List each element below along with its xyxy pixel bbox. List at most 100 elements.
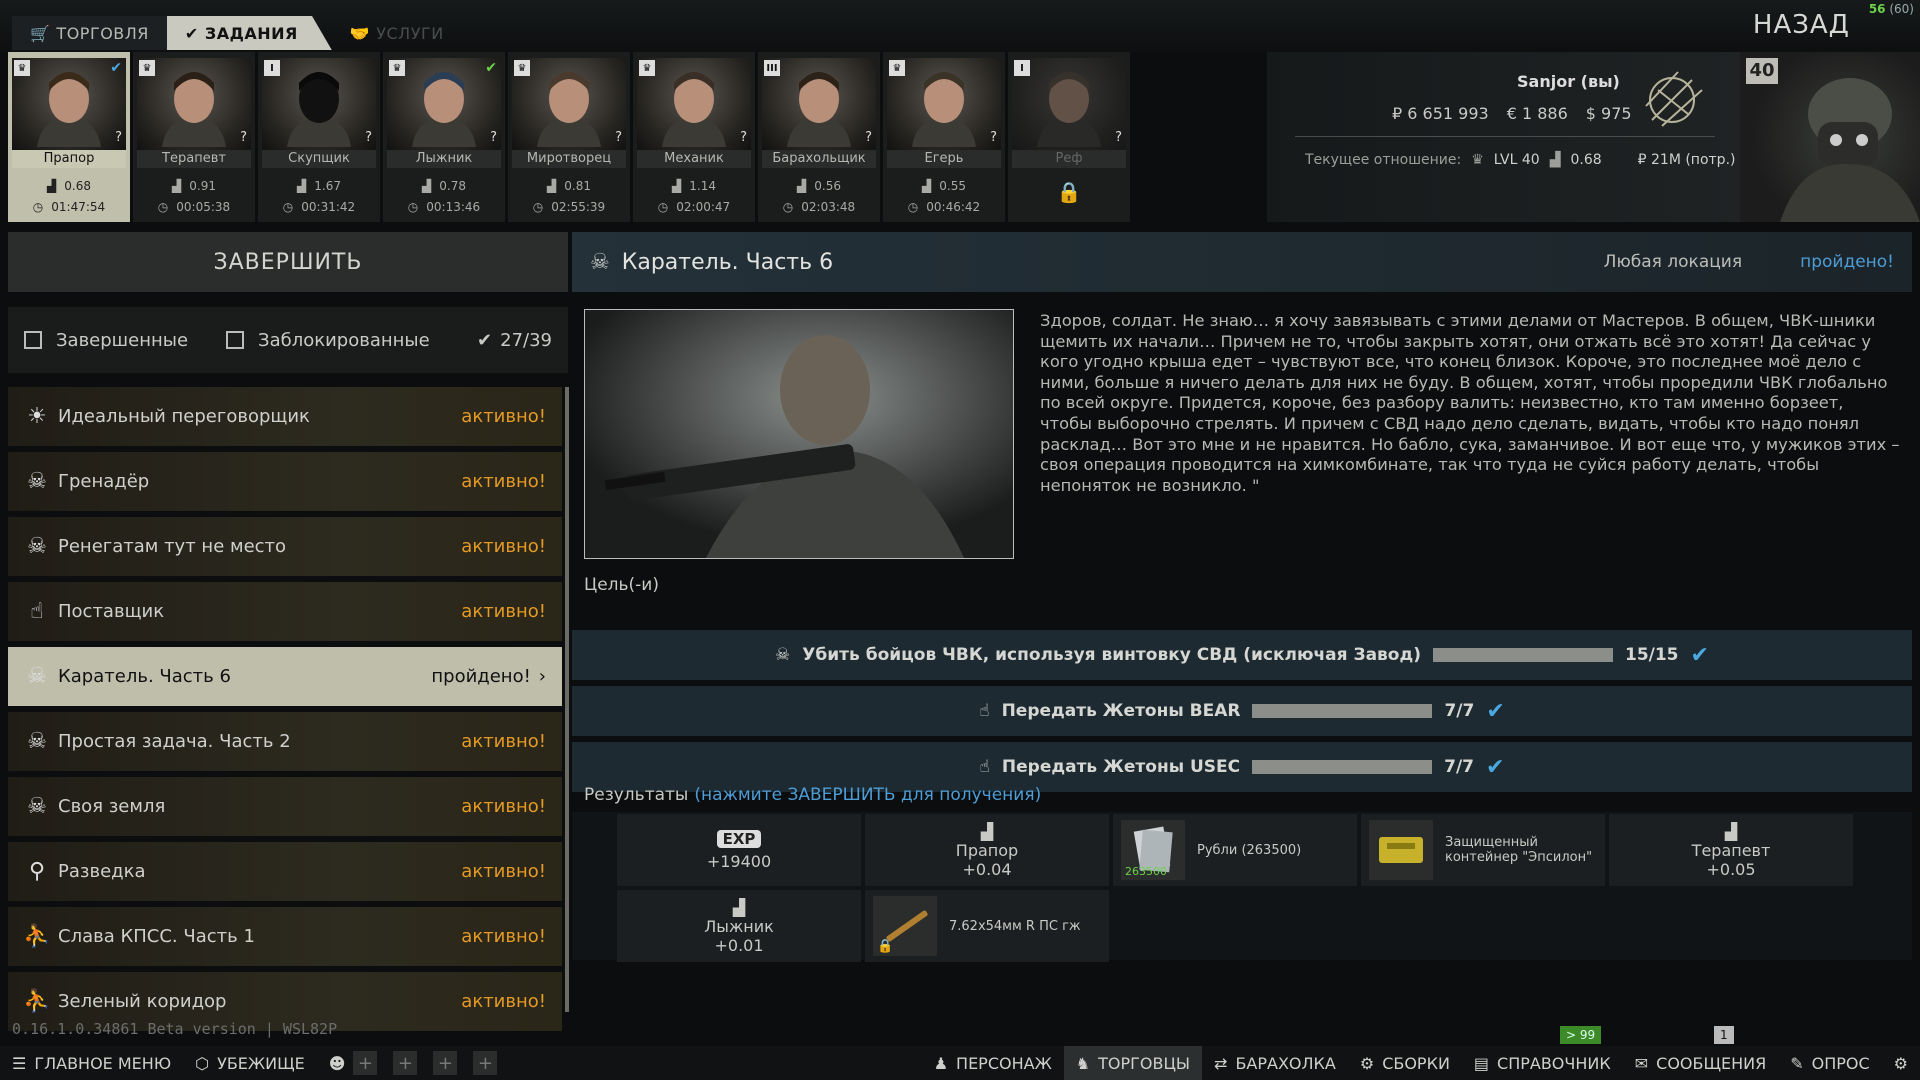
level-badge: 40 xyxy=(1746,58,1778,84)
clock-icon: ◷ xyxy=(282,200,294,214)
messages-button[interactable]: ✉ СООБЩЕНИЯ xyxy=(1623,1046,1778,1080)
add-slot-button[interactable]: + xyxy=(393,1051,418,1075)
skull-icon: ☠ xyxy=(27,534,47,559)
reward-ammo[interactable]: 🔒 7.62x54мм R ПС гж xyxy=(865,890,1109,962)
quest-item-status: активно! xyxy=(461,796,546,817)
quest-item[interactable]: ☠ Ренегатам тут не место активно! xyxy=(8,517,562,576)
builds-icon: ⚙ xyxy=(1359,1053,1375,1073)
message-icon: ✉ xyxy=(1634,1053,1649,1073)
trader-card[interactable]: I? Реф 🔒 xyxy=(1008,52,1130,222)
loyalty-badge: ♛ xyxy=(514,60,530,76)
trader-card[interactable]: I? Скупщик ▟ 1.67 ◷ 00:31:42 xyxy=(258,52,380,222)
complete-button[interactable]: ЗАВЕРШИТЬ xyxy=(8,232,568,292)
loyalty-badge: I xyxy=(1014,60,1030,76)
quest-item-status: активно! xyxy=(461,861,546,882)
completed-filter-label: Завершенные xyxy=(56,329,189,351)
handbook-button[interactable]: ▤ СПРАВОЧНИК xyxy=(1462,1046,1623,1080)
quest-item[interactable]: ⚲ Разведка активно! xyxy=(8,842,562,901)
lock-icon: 🔒 xyxy=(1056,180,1082,204)
quest-list: ☀ Идеальный переговорщик активно! ☠ Гренадёр… xyxy=(8,387,562,1047)
add-slot-button[interactable]: + xyxy=(433,1051,458,1075)
trader-name: Барахольщик xyxy=(762,150,876,168)
completed-checkbox[interactable] xyxy=(24,331,42,349)
messages-badge: > 99 xyxy=(1560,1026,1602,1044)
builds-button[interactable]: ⚙ СБОРКИ xyxy=(1348,1046,1462,1080)
top-bar: 🛒 ТОРГОВЛЯ ✔ ЗАДАНИЯ 🤝 УСЛУГИ НАЗАД 56 (… xyxy=(0,0,1920,52)
quest-item[interactable]: ☀ Идеальный переговорщик активно! xyxy=(8,387,562,446)
fps-counter: 56 (60) xyxy=(1868,2,1914,16)
trader-card[interactable]: ♛? Егерь ▟ 0.55 ◷ 00:46:42 xyxy=(883,52,1005,222)
character-button[interactable]: ♟ ПЕРСОНАЖ xyxy=(922,1046,1064,1080)
survey-button[interactable]: ✎ ОПРОС xyxy=(1778,1046,1881,1080)
traders-button[interactable]: ♞ ТОРГОВЦЫ xyxy=(1063,1046,1203,1080)
reputation-icon: ▟ xyxy=(672,179,682,193)
person-icon[interactable]: ☻ xyxy=(329,1054,346,1073)
flea-icon: ⇄ xyxy=(1214,1053,1228,1073)
add-slot-button[interactable]: + xyxy=(473,1051,498,1075)
quest-item[interactable]: ☠ Гренадёр активно! xyxy=(8,452,562,511)
trader-card[interactable]: ♛? Миротворец ▟ 0.81 ◷ 02:55:39 xyxy=(508,52,630,222)
euros-value: € 1 886 xyxy=(1506,104,1568,123)
skull-icon: ☠ xyxy=(590,249,610,275)
loyalty-badge: ♛ xyxy=(389,60,405,76)
rubles-value: ₽ 6 651 993 xyxy=(1392,104,1489,123)
trader-card[interactable]: III? Барахольщик ▟ 0.56 ◷ 02:03:48 xyxy=(758,52,880,222)
cart-icon: 🛒 xyxy=(30,23,51,43)
quest-item[interactable]: ☠ Каратель. Часть 6 пройдено! › xyxy=(8,647,562,706)
trader-name: Реф xyxy=(1012,150,1126,168)
trader-card[interactable]: ♛? Терапевт ▟ 0.91 ◷ 00:05:38 xyxy=(133,52,255,222)
handshake-icon: 🤝 xyxy=(349,23,371,43)
traders-row: ♛ ✔? Прапор ▟ 0.68 ◷ 01:47:54 ♛? Терапевт ▟ 0.91 ◷ 0… xyxy=(8,52,1130,222)
settings-button[interactable]: ⚙ xyxy=(1882,1046,1920,1080)
hideout-button[interactable]: ⬡ УБЕЖИЩЕ xyxy=(183,1046,317,1080)
quest-status: пройдено! xyxy=(1800,252,1894,272)
quest-list-scrollbar[interactable] xyxy=(565,387,569,1012)
loyalty-badge: ♛ xyxy=(889,60,905,76)
reputation-icon: ▟ xyxy=(980,821,994,841)
clock-icon: ◷ xyxy=(407,200,419,214)
quest-item[interactable]: ☠ Своя земля активно! xyxy=(8,777,562,836)
tab-trade[interactable]: 🛒 ТОРГОВЛЯ xyxy=(12,16,167,50)
reward-rep-therapist: ▟ Терапевт +0.05 xyxy=(1609,814,1853,886)
goal-progress-track xyxy=(1252,760,1433,774)
tab-tasks[interactable]: ✔ ЗАДАНИЯ xyxy=(166,16,332,50)
question-icon: ? xyxy=(1115,130,1122,145)
add-slot-button[interactable]: + xyxy=(353,1051,378,1075)
reputation-icon: ▟ xyxy=(1549,152,1561,168)
runner-icon: ⛹ xyxy=(23,924,51,949)
character-icon: ♟ xyxy=(933,1053,949,1073)
goal-progress-track xyxy=(1432,648,1613,662)
player-profile: Sanjor (вы) ₽ 6 651 993 € 1 886 $ 975 Те… xyxy=(1267,52,1740,222)
quest-item[interactable]: ⛹ Слава КПСС. Часть 1 активно! xyxy=(8,907,562,966)
lock-icon: 🔒 xyxy=(877,939,894,954)
trader-reputation: ▟ 0.91 xyxy=(172,179,216,193)
relation-row: Текущее отношение: ♛ LVL 40 ▟ 0.68 ₽ 21M… xyxy=(1305,152,1736,168)
reward-rubles[interactable]: 263500 Рубли (263500) xyxy=(1113,814,1357,886)
crown-icon: ♛ xyxy=(1471,152,1484,168)
hexagon-icon: ⬡ xyxy=(195,1053,210,1073)
trader-reputation: ▟ 1.67 xyxy=(297,179,341,193)
quest-item[interactable]: ☝ Поставщик активно! xyxy=(8,582,562,641)
goal-text: Передать Жетоны USEC xyxy=(1001,757,1241,777)
magnifier-icon: ⚲ xyxy=(28,859,46,884)
quest-item[interactable]: ☠ Простая задача. Часть 2 активно! xyxy=(8,712,562,771)
trader-card[interactable]: ♛ ✔? Прапор ▟ 0.68 ◷ 01:47:54 xyxy=(8,52,130,222)
quest-item-title: Своя земля xyxy=(58,796,166,817)
locked-checkbox[interactable] xyxy=(226,331,245,349)
reputation-icon: ▟ xyxy=(422,179,432,193)
back-button[interactable]: НАЗАД xyxy=(1753,10,1850,40)
trader-reputation: ▟ 0.78 xyxy=(422,179,466,193)
main-menu-button[interactable]: ☰ ГЛАВНОЕ МЕНЮ xyxy=(0,1046,183,1080)
trader-card[interactable]: ♛ ✔? Лыжник ▟ 0.78 ◷ 00:13:46 xyxy=(383,52,505,222)
gear-icon: ⚙ xyxy=(1893,1053,1908,1073)
goals-label: Цель(-и) xyxy=(584,575,659,595)
tab-services[interactable]: 🤝 УСЛУГИ xyxy=(332,16,462,50)
trader-name: Миротворец xyxy=(512,150,626,168)
quest-item-status: пройдено! xyxy=(431,666,531,687)
trader-card[interactable]: ♛? Механик ▟ 1.14 ◷ 02:00:47 xyxy=(633,52,755,222)
reputation-icon: ▟ xyxy=(297,179,307,193)
question-icon: ? xyxy=(615,130,622,145)
trader-restock-timer: ◷ 00:05:38 xyxy=(157,200,231,214)
reward-container[interactable]: Защищенный контейнер "Эпсилон" xyxy=(1361,814,1605,886)
flea-market-button[interactable]: ⇄ БАРАХОЛКА xyxy=(1202,1046,1348,1080)
